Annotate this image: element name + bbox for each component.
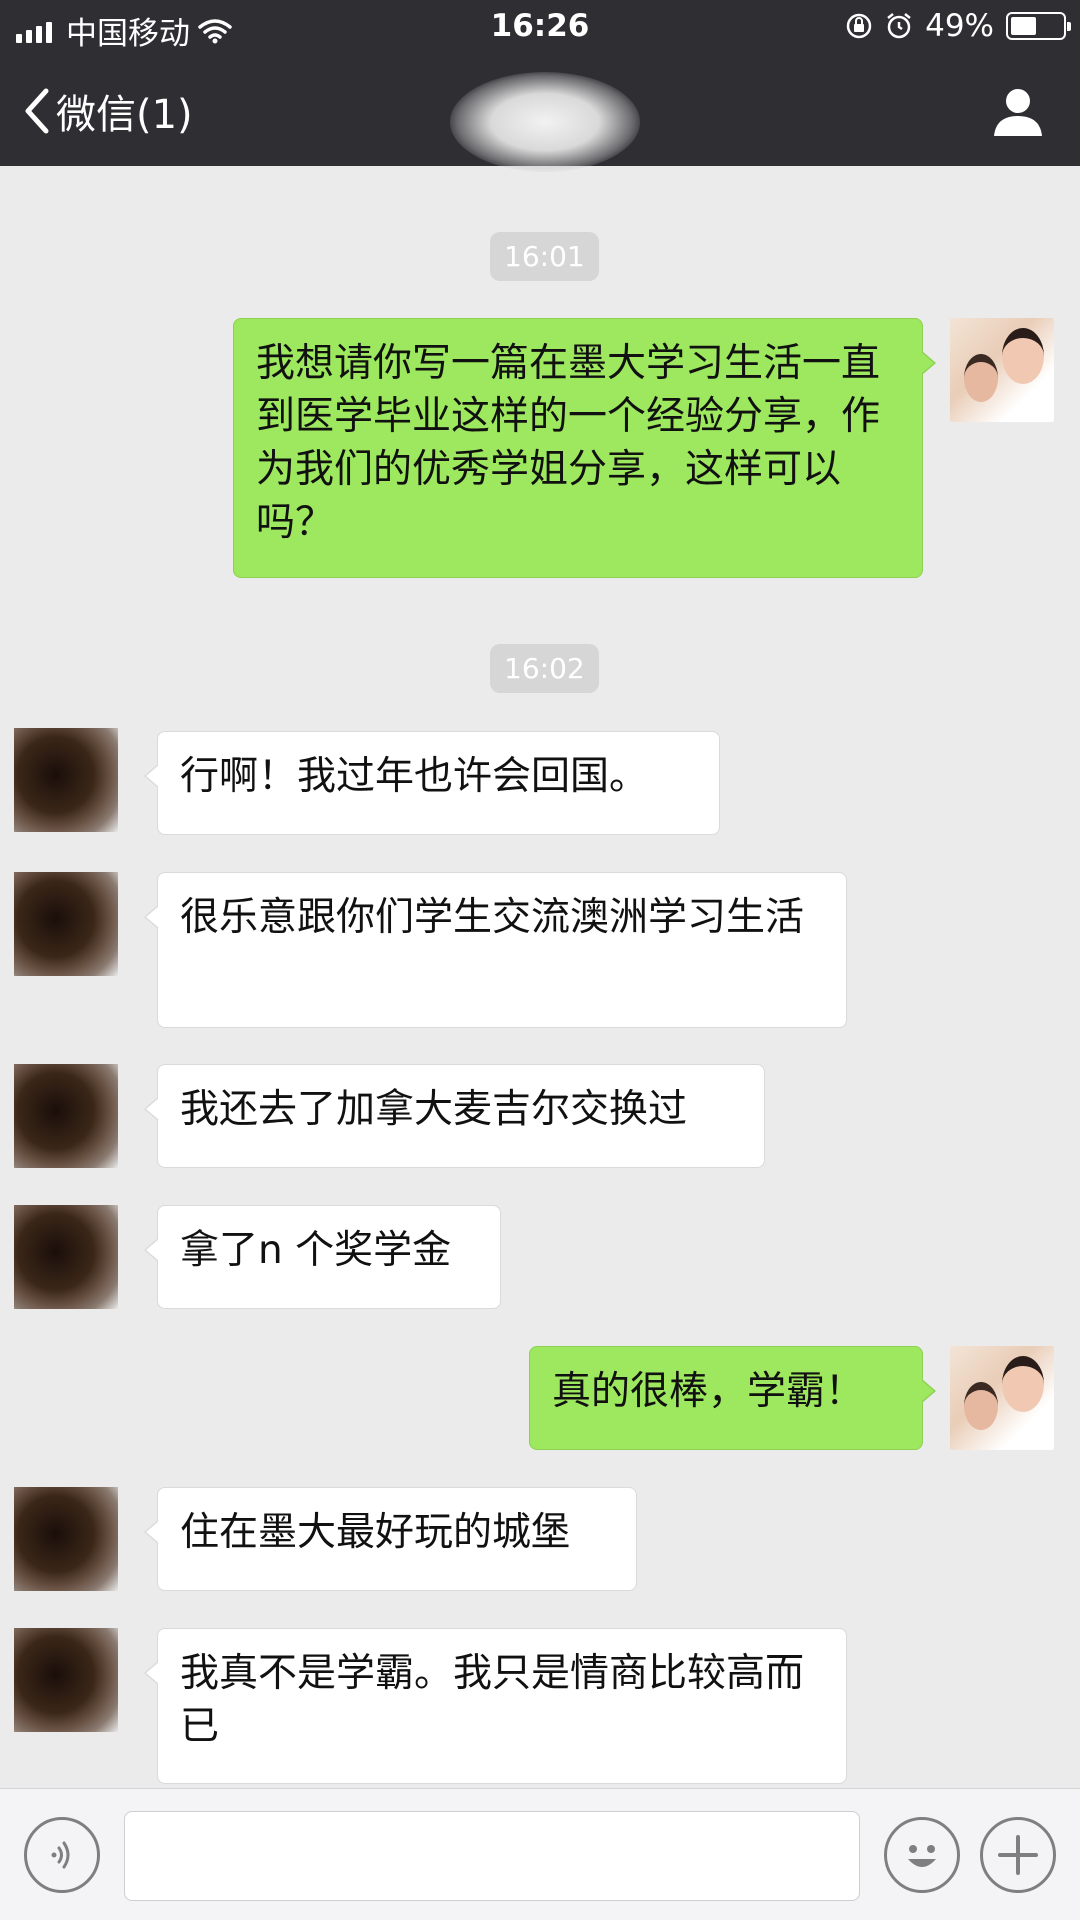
message-input[interactable] (124, 1811, 860, 1901)
timestamp: 16:02 (490, 644, 599, 693)
message-bubble-incoming[interactable]: 拿了n 个奖学金 (144, 1205, 501, 1309)
battery-percent: 49% (925, 8, 994, 44)
contact-name-redacted (450, 72, 640, 172)
rotation-lock-icon (846, 13, 872, 39)
chevron-left-icon (25, 88, 49, 134)
status-right: 49% (845, 8, 1071, 44)
contact-avatar[interactable] (14, 1628, 118, 1732)
profile-icon[interactable] (992, 86, 1044, 136)
my-avatar[interactable] (950, 1346, 1054, 1450)
message-bubble-incoming[interactable]: 我还去了加拿大麦吉尔交换过 (144, 1064, 765, 1168)
timestamp: 16:01 (490, 232, 599, 281)
voice-icon (51, 1841, 70, 1869)
battery-fill (1011, 17, 1036, 35)
contact-avatar[interactable] (14, 1487, 118, 1591)
message-bubble-incoming[interactable]: 很乐意跟你们学生交流澳洲学习生活 (144, 872, 847, 1028)
contact-avatar[interactable] (14, 1064, 118, 1168)
my-avatar[interactable] (950, 318, 1054, 422)
message-bubble-outgoing[interactable]: 我想请你写一篇在墨大学习生活一直到医学毕业这样的一个经验分享，作为我们的优秀学姐… (233, 318, 936, 578)
message-bubble-incoming[interactable]: 我真不是学霸。我只是情商比较高而已 (144, 1628, 847, 1784)
nav-bar: 微信(1) (0, 54, 1080, 172)
battery-icon (1006, 12, 1071, 40)
plus-icon (998, 1835, 1038, 1875)
voice-button[interactable] (24, 1817, 100, 1893)
smiley-icon (908, 1845, 936, 1867)
status-bar: 中国移动 16:26 49% (0, 0, 1080, 54)
contact-avatar[interactable] (14, 872, 118, 976)
input-bar (0, 1788, 1080, 1920)
emoji-button[interactable] (884, 1817, 960, 1893)
message-bubble-incoming[interactable]: 住在墨大最好玩的城堡 (144, 1487, 637, 1591)
contact-avatar[interactable] (14, 728, 118, 832)
alarm-icon (887, 13, 911, 39)
back-button[interactable]: 微信(1) (22, 82, 193, 140)
message-bubble-outgoing[interactable]: 真的很棒，学霸！ (529, 1346, 936, 1450)
message-bubble-incoming[interactable]: 行啊！我过年也许会回国。 (144, 731, 720, 835)
more-button[interactable] (980, 1817, 1056, 1893)
contact-avatar[interactable] (14, 1205, 118, 1309)
top-bar: 中国移动 16:26 49% 微信(1) (0, 0, 1080, 172)
back-label: 微信(1) (56, 92, 193, 138)
